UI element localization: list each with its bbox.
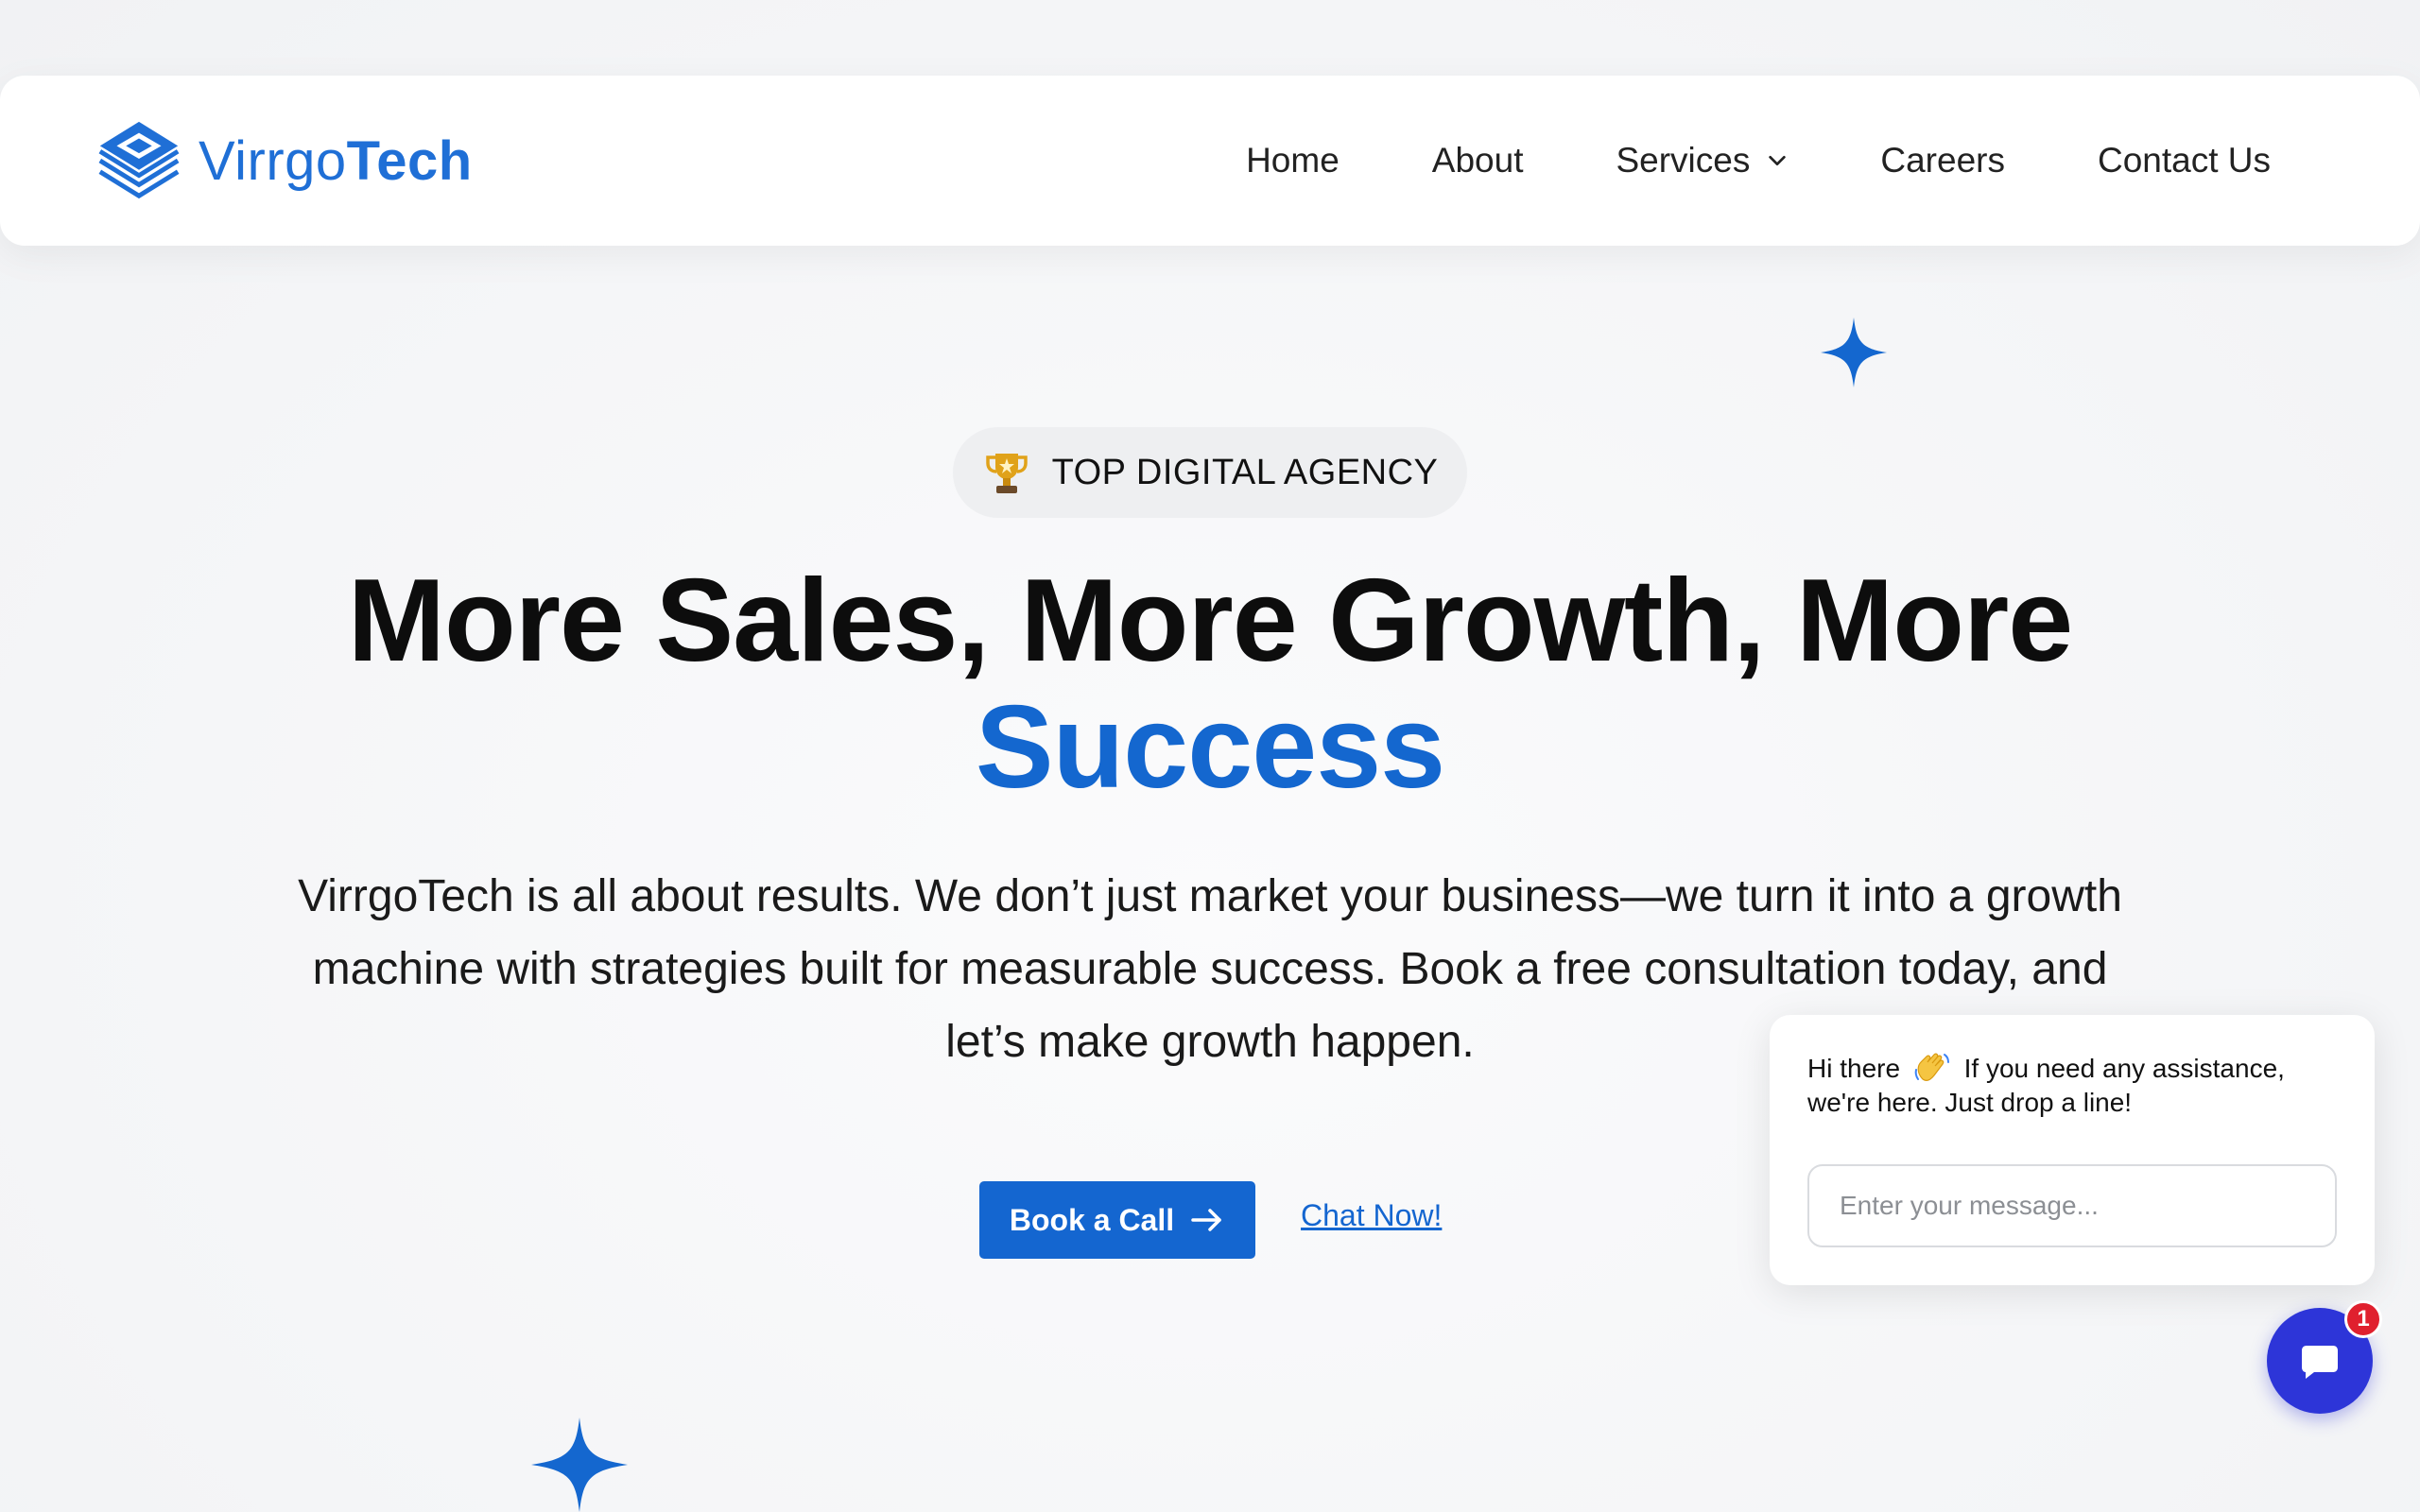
sparkle-icon — [1821, 318, 1887, 387]
hero-headline: More Sales, More Growth, More Success — [0, 558, 2420, 811]
brand-name-bold: Tech — [346, 129, 473, 192]
nav-services[interactable]: Services — [1616, 141, 1788, 180]
chevron-down-icon — [1769, 155, 1787, 166]
page: VirrgoTech Home About Services Careers C… — [0, 0, 2420, 1512]
nav-careers[interactable]: Careers — [1880, 141, 2005, 180]
chat-message-input[interactable] — [1807, 1164, 2337, 1247]
logo-icon — [98, 121, 180, 199]
agency-badge: TOP DIGITAL AGENCY — [953, 427, 1467, 518]
headline-accent: Success — [975, 682, 1445, 813]
nav-about[interactable]: About — [1432, 141, 1524, 180]
brand-name: VirrgoTech — [199, 129, 473, 193]
book-call-button[interactable]: Book a Call — [979, 1181, 1255, 1259]
headline-line: More Sales, More Growth, More — [347, 556, 2073, 686]
chat-greeting-start: Hi there — [1807, 1054, 1901, 1083]
chat-now-link[interactable]: Chat Now! — [1301, 1198, 1442, 1233]
chat-popup: Hi there If you need any assistance, we'… — [1770, 1015, 2375, 1285]
main-nav: Home About Services Careers Contact Us — [1246, 141, 2327, 180]
badge-label: TOP DIGITAL AGENCY — [1051, 452, 1439, 492]
site-header: VirrgoTech Home About Services Careers C… — [0, 76, 2420, 246]
brand-name-light: Virrgo — [199, 129, 347, 192]
arrow-right-icon — [1191, 1209, 1221, 1231]
book-call-label: Book a Call — [1009, 1202, 1175, 1237]
sparkle-icon — [531, 1418, 628, 1512]
waving-hand-icon — [1914, 1053, 1949, 1081]
chat-greeting: Hi there If you need any assistance, we'… — [1807, 1051, 2337, 1120]
notification-badge: 1 — [2344, 1300, 2382, 1338]
nav-services-label: Services — [1616, 141, 1751, 180]
brand-logo[interactable]: VirrgoTech — [93, 114, 473, 207]
nav-home[interactable]: Home — [1246, 141, 1340, 180]
trophy-icon — [985, 454, 1028, 493]
chat-icon — [2302, 1346, 2338, 1379]
nav-contact[interactable]: Contact Us — [2098, 141, 2271, 180]
